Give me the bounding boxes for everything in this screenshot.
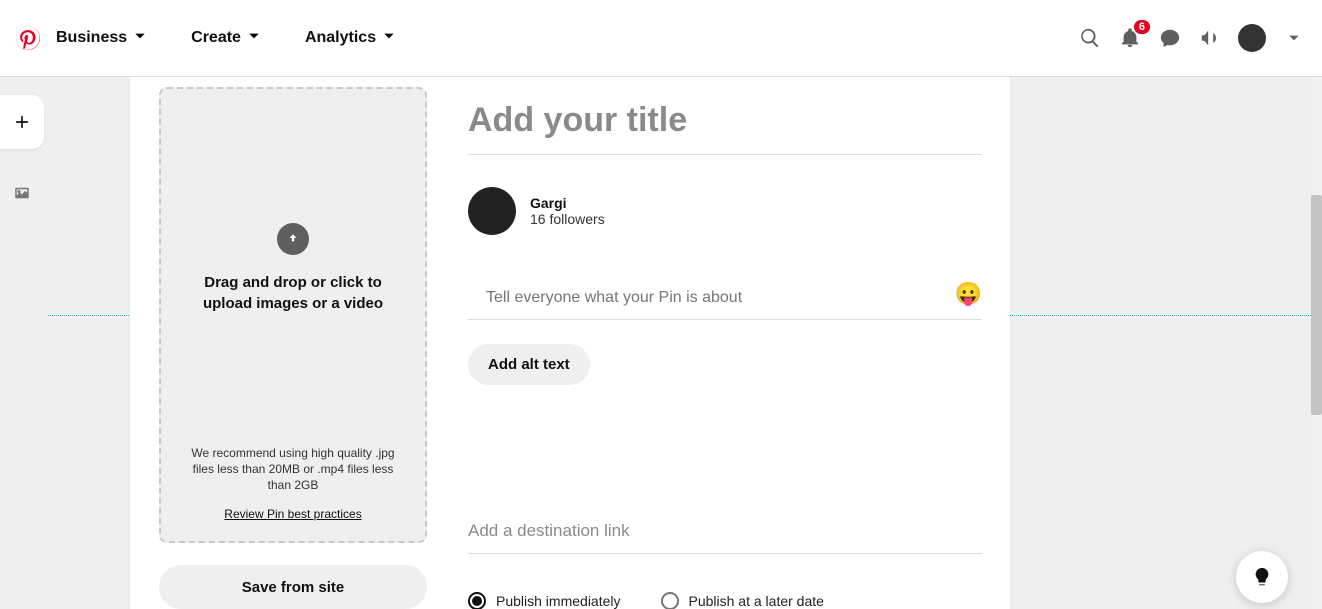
radio-label: Publish immediately [496, 593, 621, 609]
publish-later-radio[interactable]: Publish at a later date [661, 592, 824, 609]
publish-immediately-radio[interactable]: Publish immediately [468, 592, 621, 609]
nav-label: Create [191, 29, 241, 47]
upload-dropzone[interactable]: Drag and drop or click to upload images … [159, 87, 427, 543]
upload-column: Drag and drop or click to upload images … [158, 77, 428, 609]
search-icon[interactable] [1078, 26, 1102, 50]
nav-analytics[interactable]: Analytics [305, 29, 396, 48]
nav-business[interactable]: Business [56, 29, 147, 48]
emoji-picker-icon[interactable]: 😛 [955, 281, 982, 307]
nav-label: Analytics [305, 29, 376, 47]
pin-thumbnail-icon[interactable] [0, 169, 44, 217]
pin-description-input[interactable] [468, 283, 982, 320]
author-followers: 16 followers [530, 211, 605, 227]
form-column: Gargi 16 followers 😛 Add alt text Publis… [468, 77, 982, 609]
upload-arrow-icon [277, 223, 309, 255]
notification-badge: 6 [1134, 20, 1150, 34]
destination-link-input[interactable] [468, 515, 982, 554]
dropzone-text: Drag and drop or click to upload images … [193, 273, 393, 314]
publish-options: Publish immediately Publish at a later d… [468, 592, 982, 609]
main-body: Drag and drop or click to upload images … [0, 77, 1322, 609]
right-margin [1092, 77, 1322, 609]
scrollbar-thumb[interactable] [1311, 195, 1322, 415]
pin-builder-card: Drag and drop or click to upload images … [130, 77, 1010, 609]
idea-fab[interactable] [1236, 551, 1288, 603]
author-avatar[interactable] [468, 187, 516, 235]
chevron-down-icon [382, 29, 396, 48]
save-from-site-button[interactable]: Save from site [159, 565, 427, 609]
pinterest-logo-icon[interactable] [16, 26, 40, 50]
radio-label: Publish at a later date [689, 593, 824, 609]
top-header: Business Create Analytics 6 [0, 0, 1322, 77]
radio-dot-unselected-icon [661, 592, 679, 609]
bell-icon[interactable]: 6 [1118, 26, 1142, 50]
author-row: Gargi 16 followers [468, 187, 982, 235]
profile-avatar[interactable] [1238, 24, 1266, 52]
chevron-down-icon [247, 29, 261, 48]
best-practices-link[interactable]: Review Pin best practices [224, 507, 361, 521]
add-pin-button[interactable] [0, 95, 44, 149]
chat-icon[interactable] [1158, 26, 1182, 50]
account-chevron-icon[interactable] [1282, 26, 1306, 50]
dropzone-subtext: We recommend using high quality .jpg fil… [183, 445, 403, 494]
add-alt-text-button[interactable]: Add alt text [468, 344, 590, 385]
megaphone-icon[interactable] [1198, 26, 1222, 50]
nav-create[interactable]: Create [191, 29, 261, 48]
nav-label: Business [56, 29, 127, 47]
author-name: Gargi [530, 195, 605, 211]
center-area: Drag and drop or click to upload images … [48, 77, 1092, 609]
header-icons: 6 [1078, 24, 1306, 52]
chevron-down-icon [133, 29, 147, 48]
scrollbar[interactable] [1311, 77, 1322, 609]
pin-title-input[interactable] [468, 95, 982, 155]
left-rail [0, 77, 48, 609]
radio-dot-selected-icon [468, 592, 486, 609]
